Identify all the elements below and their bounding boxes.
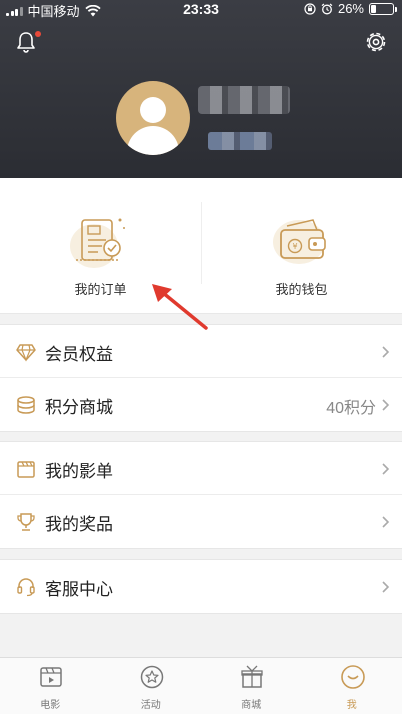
chevron-right-icon bbox=[382, 463, 390, 475]
account-info-redacted bbox=[208, 132, 272, 150]
menu-item-customer-service[interactable]: 客服中心 bbox=[0, 560, 402, 613]
annotation-arrow-icon bbox=[152, 284, 208, 330]
menu-item-label: 会员权益 bbox=[45, 345, 113, 364]
notification-badge bbox=[35, 31, 41, 37]
chevron-right-icon bbox=[382, 346, 390, 358]
my-wallet-label: 我的钱包 bbox=[275, 282, 328, 297]
chevron-right-icon bbox=[382, 581, 390, 593]
menu-item-my-prizes[interactable]: 我的奖品 bbox=[0, 495, 402, 548]
tab-movies[interactable]: 电影 bbox=[0, 658, 101, 714]
clapperboard-icon bbox=[17, 461, 35, 478]
gift-icon bbox=[241, 665, 263, 688]
star-icon bbox=[140, 665, 163, 689]
menu-item-points-mall[interactable]: 积分商城 40积分 bbox=[0, 378, 402, 431]
tab-me[interactable]: 我 bbox=[302, 658, 402, 714]
menu-group-benefits: 会员权益 积分商城 40积分 bbox=[0, 324, 402, 432]
menu-item-label: 我的影单 bbox=[45, 462, 113, 481]
menu-item-label: 积分商城 bbox=[45, 398, 113, 417]
battery-icon bbox=[369, 2, 397, 15]
tab-bar: 电影 活动 商城 我 bbox=[0, 657, 402, 714]
menu-item-membership[interactable]: 会员权益 bbox=[0, 325, 402, 378]
tab-events[interactable]: 活动 bbox=[101, 658, 202, 714]
order-icon bbox=[70, 218, 125, 268]
tab-mall[interactable]: 商城 bbox=[201, 658, 302, 714]
chevron-right-icon bbox=[382, 399, 390, 411]
wallet-icon: ¥ bbox=[273, 219, 326, 264]
profile-header: 中国移动 23:33 26% bbox=[0, 0, 402, 178]
menu-group-lists: 我的影单 我的奖品 bbox=[0, 441, 402, 549]
diamond-icon bbox=[16, 344, 36, 362]
menu-item-label: 我的奖品 bbox=[45, 515, 113, 534]
tab-label: 活动 bbox=[140, 700, 161, 711]
menu-group-support: 客服中心 bbox=[0, 559, 402, 614]
tab-label: 电影 bbox=[40, 700, 61, 711]
user-icon bbox=[340, 665, 365, 689]
headset-icon bbox=[17, 578, 35, 597]
tab-label: 我 bbox=[346, 700, 357, 711]
username-redacted bbox=[198, 86, 290, 114]
points-balance: 40积分 bbox=[326, 400, 376, 417]
status-bar: 中国移动 23:33 26% bbox=[0, 0, 402, 19]
gear-icon[interactable] bbox=[364, 30, 388, 54]
alarm-icon bbox=[321, 3, 333, 14]
my-wallet-button[interactable]: ¥ 我的钱包 bbox=[201, 178, 402, 314]
menu-item-my-watchlist[interactable]: 我的影单 bbox=[0, 442, 402, 495]
chevron-right-icon bbox=[382, 516, 390, 528]
film-icon bbox=[40, 667, 62, 687]
trophy-icon bbox=[17, 513, 35, 531]
tab-label: 商城 bbox=[241, 700, 262, 711]
svg-text:¥: ¥ bbox=[292, 242, 297, 251]
avatar[interactable] bbox=[116, 81, 190, 155]
battery-percent: 26% bbox=[337, 1, 364, 16]
menu-item-label: 客服中心 bbox=[45, 580, 113, 599]
coins-icon bbox=[17, 396, 35, 414]
orientation-lock-icon bbox=[304, 2, 316, 15]
